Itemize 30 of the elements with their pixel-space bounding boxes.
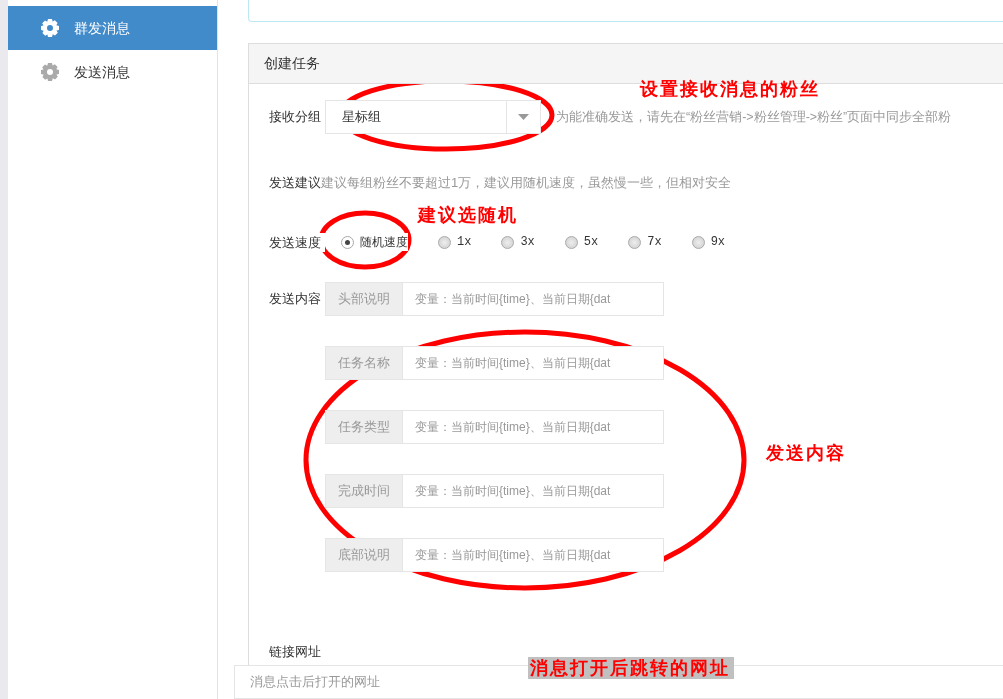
gear-icon xyxy=(40,62,60,82)
speed-radio[interactable]: 1x xyxy=(438,233,472,252)
speed-radio[interactable]: 3x xyxy=(501,233,535,252)
hint-text: 为能准确发送，请先在“粉丝营销->粉丝管理->粉丝”页面中同步全部粉 xyxy=(556,108,952,126)
card-title: 创建任务 xyxy=(264,54,320,73)
content-input[interactable]: 变量：当前时间{time}、当前日期{dat xyxy=(403,538,664,572)
sidebar-item[interactable]: 群发消息 xyxy=(8,6,217,50)
annotation-text: 设置接收消息的粉丝 xyxy=(640,78,820,100)
speed-radio[interactable]: 随机速度 xyxy=(341,233,408,252)
annotation-text: 建议选随机 xyxy=(418,204,518,226)
input-addon: 头部说明 xyxy=(325,282,403,316)
sidebar-item[interactable]: 发送消息 xyxy=(8,50,217,94)
content-input[interactable]: 变量：当前时间{time}、当前日期{dat xyxy=(403,282,664,316)
content-input[interactable]: 变量：当前时间{time}、当前日期{dat xyxy=(403,410,664,444)
gear-icon xyxy=(40,18,60,38)
input-addon: 任务类型 xyxy=(325,410,403,444)
content-input[interactable]: 变量：当前时间{time}、当前日期{dat xyxy=(403,346,664,380)
input-addon: 完成时间 xyxy=(325,474,403,508)
speed-radio[interactable]: 9x xyxy=(691,233,726,252)
content-input[interactable]: 变量：当前时间{time}、当前日期{dat xyxy=(403,474,664,508)
field-label: 发送速度 xyxy=(269,232,325,252)
group-select[interactable]: 星标组 xyxy=(325,100,541,134)
speed-radio[interactable]: 7x xyxy=(628,233,662,252)
annotation-text: 发送内容 xyxy=(766,442,846,464)
speed-radio[interactable]: 5x xyxy=(564,233,599,252)
input-addon: 任务名称 xyxy=(325,346,403,380)
advice-text: 建议每组粉丝不要超过1万，建议用随机速度，虽然慢一些，但相对安全 xyxy=(321,173,732,193)
annotation-text: 消息打开后跳转的网址 xyxy=(528,657,734,679)
caret-icon xyxy=(518,114,529,120)
input-addon: 底部说明 xyxy=(325,538,403,572)
